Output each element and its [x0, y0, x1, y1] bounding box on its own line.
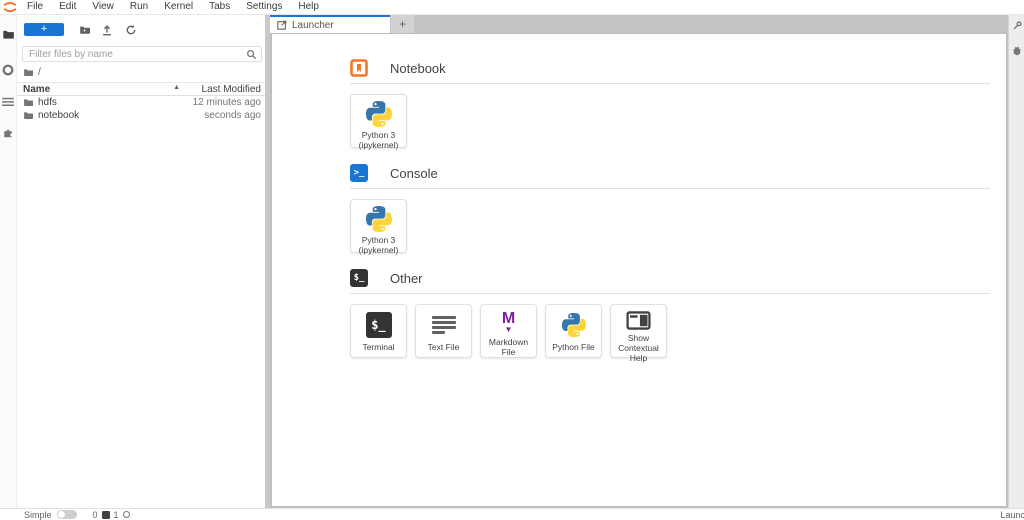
menu-kernel[interactable]: Kernel: [156, 0, 201, 14]
simple-mode-toggle[interactable]: [57, 510, 77, 519]
launcher-card-console-python3[interactable]: Python 3 (ipykernel): [350, 199, 407, 253]
right-sidebar: [1008, 15, 1024, 508]
contextual-help-icon: [626, 311, 651, 330]
menu-view[interactable]: View: [84, 0, 122, 14]
new-folder-icon[interactable]: +: [74, 23, 96, 37]
card-sublabel: (ipykernel): [359, 140, 399, 150]
card-label: Python File: [550, 342, 597, 352]
property-inspector-icon[interactable]: [1012, 21, 1022, 31]
card-label: Show Contextual Help: [611, 333, 666, 364]
card-label: Python 3: [362, 235, 396, 245]
folder-icon: [23, 97, 34, 108]
file-modified: seconds ago: [204, 110, 261, 121]
tab-launcher-label: Launcher: [292, 20, 334, 31]
menu-help[interactable]: Help: [290, 0, 327, 14]
python-logo-icon: [366, 101, 392, 127]
filter-files-box: [22, 46, 262, 62]
launcher-card-notebook-python3[interactable]: Python 3 (ipykernel): [350, 94, 407, 148]
status-bar: Simple 0 1 Launcher: [0, 508, 1024, 520]
python-logo-icon: [562, 311, 586, 339]
notebook-section-icon: [350, 59, 368, 77]
file-list-header: Name ▲ Last Modified: [17, 82, 265, 96]
section-title-notebook: Notebook: [390, 61, 446, 76]
launcher-card-text-file[interactable]: Text File: [415, 304, 472, 358]
file-name: hdfs: [38, 97, 57, 108]
folder-icon: [23, 110, 34, 121]
launcher-card-markdown-file[interactable]: M ▼ Markdown File: [480, 304, 537, 358]
filter-files-input[interactable]: [22, 46, 262, 62]
tab-launcher[interactable]: Launcher: [270, 15, 390, 33]
section-divider: [350, 188, 990, 189]
terminals-count: 0: [93, 510, 98, 520]
python-logo-icon: [366, 206, 392, 232]
debugger-icon[interactable]: [1012, 45, 1022, 56]
section-divider: [350, 293, 990, 294]
launcher-section-other: $_ Other $_ Terminal Text File: [350, 269, 990, 358]
menu-settings[interactable]: Settings: [238, 0, 290, 14]
new-launcher-button[interactable]: +: [24, 23, 64, 36]
column-header-last-modified[interactable]: Last Modified: [202, 84, 261, 95]
menu-file[interactable]: File: [19, 0, 51, 14]
upload-icon[interactable]: [96, 23, 118, 37]
file-row-hdfs[interactable]: hdfs 12 minutes ago: [17, 96, 265, 109]
svg-text:+: +: [83, 28, 87, 34]
section-divider: [350, 83, 990, 84]
terminal-status-icon: [102, 511, 110, 519]
text-file-icon: [432, 316, 456, 334]
kernel-status-icon: [123, 511, 130, 518]
card-label: Markdown File: [481, 337, 536, 357]
kernels-count: 1: [114, 510, 119, 520]
launcher-tab-icon: [277, 20, 287, 30]
menu-tabs[interactable]: Tabs: [201, 0, 238, 14]
breadcrumb-root: /: [38, 67, 41, 78]
card-label: Terminal: [360, 342, 396, 352]
refresh-icon[interactable]: [120, 23, 142, 37]
card-label: Text File: [426, 342, 462, 352]
simple-mode-label: Simple: [24, 510, 52, 520]
menu-bar: File Edit View Run Kernel Tabs Settings …: [0, 0, 1024, 15]
jupyter-logo-icon: [1, 1, 19, 14]
left-sidebar: [0, 15, 17, 508]
launcher-section-notebook: Notebook Python 3 (ipykernel): [350, 59, 990, 148]
new-tab-button[interactable]: +: [390, 15, 414, 33]
launcher-card-contextual-help[interactable]: Show Contextual Help: [610, 304, 667, 358]
file-modified: 12 minutes ago: [193, 97, 261, 108]
file-browser-panel: + + / Name ▲ Last: [17, 15, 265, 508]
running-kernels-icon[interactable]: [0, 57, 17, 83]
home-folder-icon[interactable]: [23, 67, 34, 78]
section-title-console: Console: [390, 166, 438, 181]
extension-manager-icon[interactable]: [0, 119, 17, 145]
file-row-notebook[interactable]: notebook seconds ago: [17, 109, 265, 122]
terminal-icon: $_: [366, 312, 392, 338]
launcher-card-terminal[interactable]: $_ Terminal: [350, 304, 407, 358]
launcher-card-python-file[interactable]: Python File: [545, 304, 602, 358]
file-name: notebook: [38, 110, 79, 121]
menu-run[interactable]: Run: [122, 0, 156, 14]
breadcrumb[interactable]: /: [17, 65, 265, 80]
markdown-icon: M ▼: [502, 311, 515, 334]
search-icon: [246, 49, 257, 63]
table-of-contents-icon[interactable]: [0, 89, 17, 115]
terminal-section-icon: $_: [350, 269, 368, 287]
main-dock: Launcher + Notebook: [270, 15, 1008, 508]
card-sublabel: (ipykernel): [359, 245, 399, 255]
file-browser-toolbar: + +: [17, 15, 265, 39]
launcher-panel: Notebook Python 3 (ipykernel): [271, 33, 1007, 507]
running-sessions-status[interactable]: 0 1: [93, 510, 130, 520]
menu-edit[interactable]: Edit: [51, 0, 84, 14]
card-label: Python 3: [362, 130, 396, 140]
tab-bar: Launcher +: [270, 15, 1008, 33]
current-activity-label: Launcher: [1000, 510, 1024, 520]
console-section-icon: >_: [350, 164, 368, 182]
file-browser-tab-icon[interactable]: [0, 21, 17, 47]
sort-ascending-icon[interactable]: ▲: [173, 84, 180, 91]
launcher-section-console: >_ Console Python 3 (ipykernel): [350, 164, 990, 253]
section-title-other: Other: [390, 271, 423, 286]
